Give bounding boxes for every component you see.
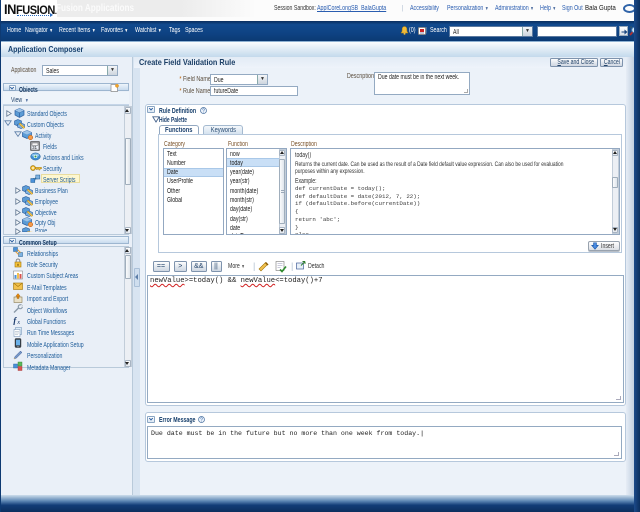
svg-text:?: ? <box>202 108 205 114</box>
svg-text:x: x <box>16 320 20 325</box>
svg-text:?: ? <box>200 417 203 423</box>
svg-text:31: 31 <box>32 145 37 150</box>
